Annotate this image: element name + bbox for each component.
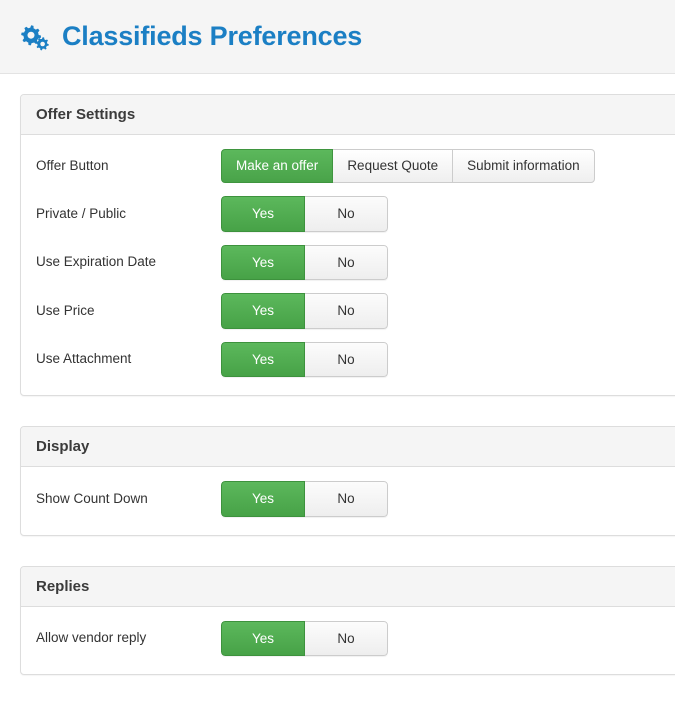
form-label: Show Count Down: [36, 490, 148, 506]
panel-heading: Replies: [21, 566, 675, 607]
segment-submit-information[interactable]: Submit information: [452, 149, 595, 183]
panel-title: Offer Settings: [36, 106, 136, 123]
form-label: Offer Button: [36, 157, 109, 173]
panel-heading: Offer Settings: [21, 95, 675, 135]
toggle-private-public[interactable]: Yes No: [221, 196, 388, 232]
panel-replies: Replies Allow vendor reply Yes No: [20, 565, 675, 675]
toggle-no[interactable]: No: [304, 481, 388, 517]
toggle-no[interactable]: No: [304, 341, 388, 377]
form-row-private-public: Private / Public Yes No: [36, 196, 675, 232]
toggle-show-count-down[interactable]: Yes No: [221, 481, 388, 517]
panel-body: Offer Button Make an offer Request Quote…: [21, 135, 675, 395]
toggle-no[interactable]: No: [304, 293, 388, 329]
toggle-yes[interactable]: Yes: [221, 293, 305, 329]
form-row-use-expiration-date: Use Expiration Date Yes No: [36, 244, 675, 280]
panel-offer-settings: Offer Settings Offer Button Make an offe…: [20, 94, 675, 396]
form-row-offer-button: Offer Button Make an offer Request Quote…: [36, 149, 675, 183]
page-title: Classifieds Preferences: [18, 21, 362, 53]
toggle-yes[interactable]: Yes: [221, 244, 305, 280]
settings-content: Offer Settings Offer Button Make an offe…: [0, 74, 675, 675]
toggle-use-expiration-date[interactable]: Yes No: [221, 244, 388, 280]
form-label: Private / Public: [36, 205, 127, 221]
page-header: Classifieds Preferences: [0, 0, 675, 74]
toggle-allow-vendor-reply[interactable]: Yes No: [221, 620, 388, 656]
form-label: Use Price: [36, 302, 95, 318]
panel-heading: Display: [21, 427, 675, 467]
toggle-no[interactable]: No: [304, 620, 388, 656]
toggle-yes[interactable]: Yes: [221, 620, 305, 656]
toggle-yes[interactable]: Yes: [221, 341, 305, 377]
panel-title: Replies: [36, 577, 90, 595]
offer-button-segmented-control[interactable]: Make an offer Request Quote Submit infor…: [221, 149, 595, 183]
segment-request-quote[interactable]: Request Quote: [332, 149, 454, 183]
page-title-text: Classifieds Preferences: [62, 21, 363, 51]
toggle-no[interactable]: No: [304, 244, 388, 280]
form-label: Use Attachment: [36, 351, 132, 367]
form-label: Allow vendor reply: [36, 630, 147, 646]
toggle-yes[interactable]: Yes: [221, 481, 305, 517]
panel-body: Show Count Down Yes No: [21, 467, 675, 535]
toggle-no[interactable]: No: [304, 196, 388, 232]
toggle-yes[interactable]: Yes: [221, 196, 305, 232]
form-label: Use Expiration Date: [36, 254, 157, 270]
form-row-use-price: Use Price Yes No: [36, 293, 675, 329]
form-row-allow-vendor-reply: Allow vendor reply Yes No: [36, 620, 675, 656]
form-row-show-count-down: Show Count Down Yes No: [36, 481, 675, 517]
form-row-use-attachment: Use Attachment Yes No: [36, 341, 675, 377]
toggle-use-attachment[interactable]: Yes No: [221, 341, 388, 377]
panel-title: Display: [36, 438, 90, 455]
segment-make-an-offer[interactable]: Make an offer: [221, 149, 334, 183]
toggle-use-price[interactable]: Yes No: [221, 293, 388, 329]
panel-body: Allow vendor reply Yes No: [21, 607, 675, 675]
panel-display: Display Show Count Down Yes No: [20, 426, 675, 536]
gears-icon: [18, 21, 50, 53]
